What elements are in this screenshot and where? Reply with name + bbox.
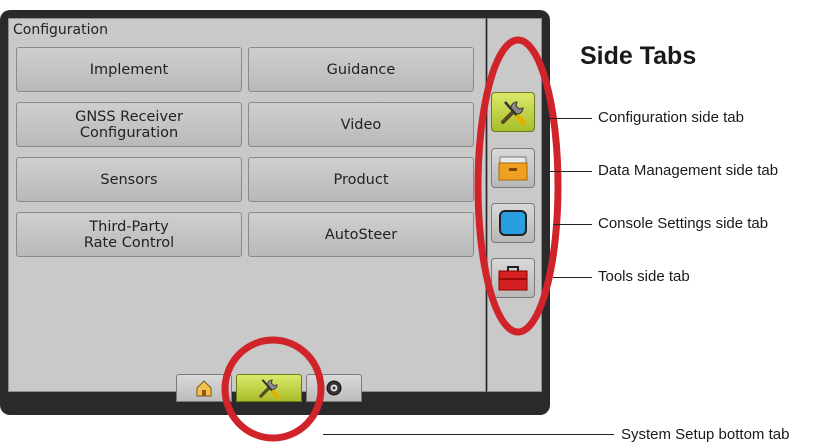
leader-line: [323, 434, 614, 435]
leader-line: [548, 118, 592, 119]
system-setup-bottom-tab-callout: System Setup bottom tab: [621, 426, 790, 443]
console-settings-side-tab-callout: Console Settings side tab: [598, 215, 769, 232]
side-tabs-highlight-ring: [474, 36, 562, 336]
tools-side-tab-callout: Tools side tab: [598, 268, 690, 285]
configuration-side-tab-callout: Configuration side tab: [598, 109, 744, 126]
data-management-side-tab-callout: Data Management side tab: [598, 162, 779, 179]
side-tabs-heading: Side Tabs: [580, 42, 697, 70]
leader-line: [553, 224, 592, 225]
leader-line: [553, 277, 592, 278]
leader-line: [548, 171, 592, 172]
system-setup-highlight-ring: [221, 336, 325, 442]
